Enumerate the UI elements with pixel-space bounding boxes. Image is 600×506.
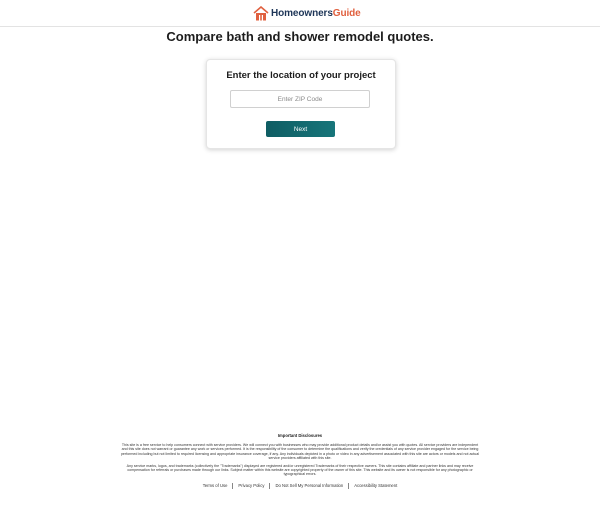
terms-of-use-link[interactable]: Terms of Use: [198, 483, 233, 488]
disclosure-paragraph-2: Any service marks, logos, and trademarks…: [126, 463, 474, 477]
page-headline: Compare bath and shower remodel quotes.: [166, 29, 434, 44]
homeownersguide-logo[interactable]: HomeownersGuide: [253, 5, 361, 21]
disclosures-title: Important Disclosures: [277, 433, 323, 438]
house-logo-icon: [253, 5, 269, 20]
logo-text-guide: Guide: [332, 7, 361, 19]
do-not-sell-link[interactable]: Do Not Sell My Personal Information: [270, 483, 348, 488]
logo-text-homeowners: Homeowners: [271, 7, 333, 19]
logo-text: HomeownersGuide: [271, 8, 361, 19]
accessibility-statement-link[interactable]: Accessibility Statement: [349, 483, 402, 488]
form-title: Enter the location of your project: [226, 70, 376, 81]
footer-links: Terms of Use Privacy Policy Do Not Sell …: [0, 482, 600, 489]
zip-code-input[interactable]: [230, 90, 370, 108]
site-footer: Important Disclosures This site is a fre…: [0, 433, 600, 489]
site-header: HomeownersGuide: [0, 0, 600, 27]
next-button[interactable]: Next: [266, 121, 335, 137]
zip-form-card: Enter the location of your project Next: [206, 59, 396, 149]
disclosure-paragraph-1: This site is a free service to help cons…: [120, 443, 480, 461]
privacy-policy-link[interactable]: Privacy Policy: [233, 483, 269, 488]
